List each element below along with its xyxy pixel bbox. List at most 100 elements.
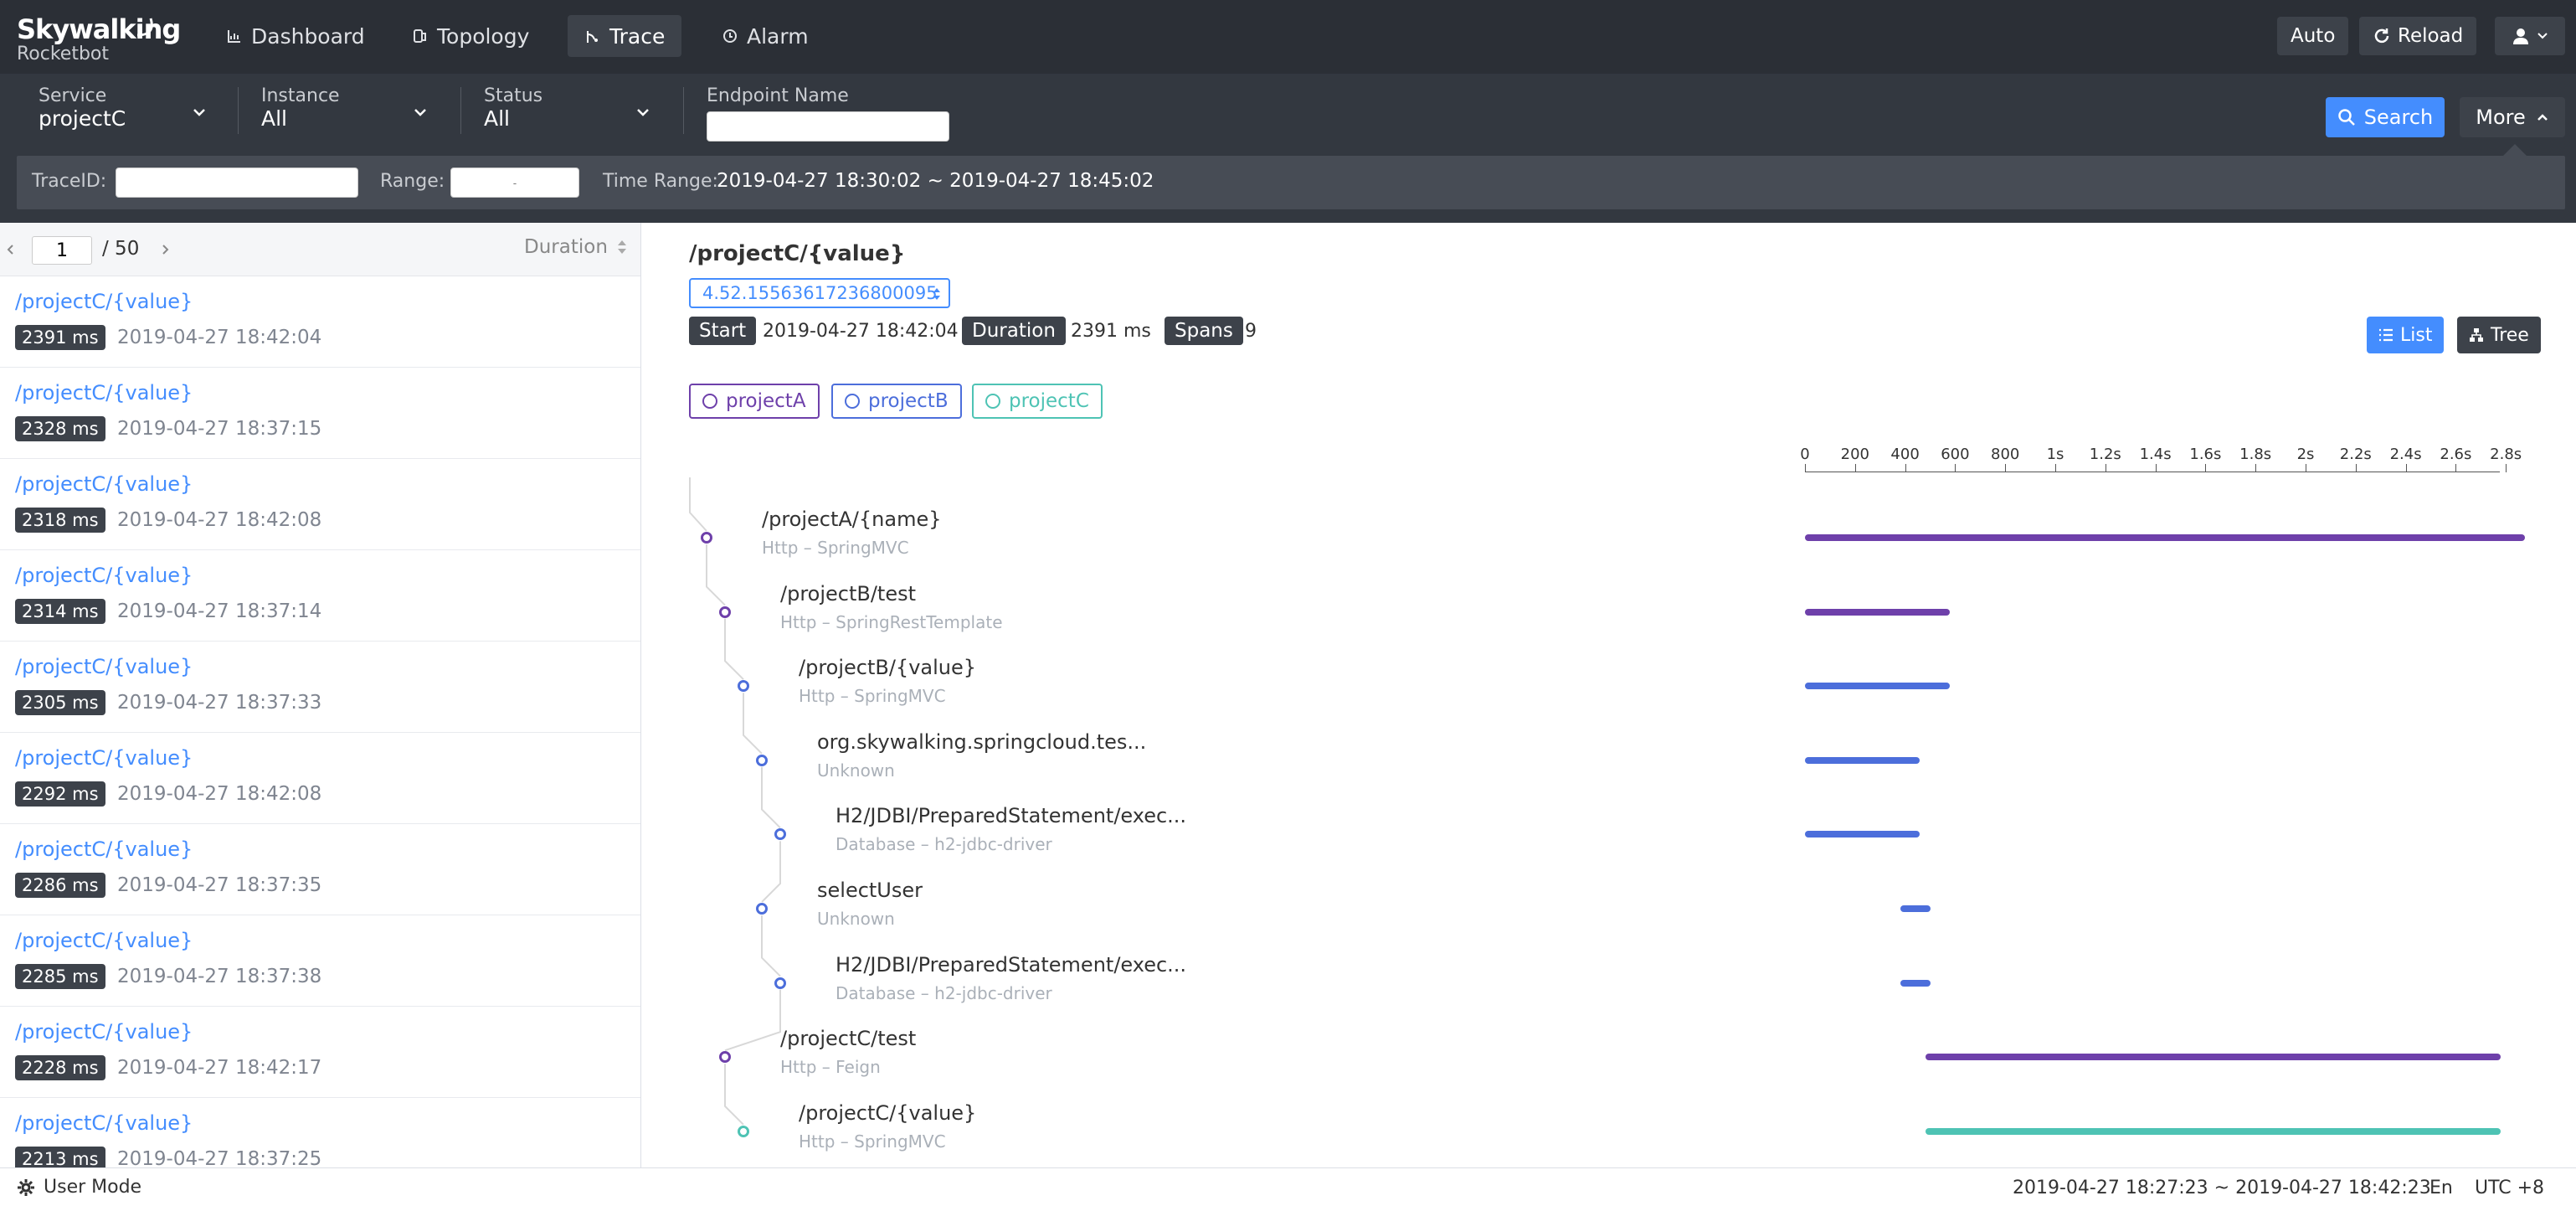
trace-list-item[interactable]: /projectC/{value} 2285 ms 2019-04-27 18:37… bbox=[0, 915, 640, 1007]
span-duration-bar[interactable] bbox=[1805, 683, 1950, 690]
span-component: Unknown bbox=[817, 909, 895, 929]
nav-trace[interactable]: Trace bbox=[568, 15, 682, 57]
page-number-input[interactable] bbox=[32, 236, 92, 265]
trace-list-panel: / 50 Duration /projectC/{value} 2391 ms 20… bbox=[0, 223, 641, 1167]
service-select[interactable]: Service projectC bbox=[39, 85, 214, 136]
trace-list-item[interactable]: /projectC/{value} 2305 ms 2019-04-27 18:37… bbox=[0, 642, 640, 733]
endpoint-filter: Endpoint Name bbox=[707, 85, 958, 142]
trace-duration-badge: 2228 ms bbox=[15, 1055, 105, 1080]
endpoint-name-input[interactable] bbox=[707, 111, 949, 142]
span-row[interactable]: H2/JDBI/PreparedStatement/exec... Databas… bbox=[642, 804, 2517, 864]
span-component: Http – SpringMVC bbox=[799, 686, 946, 707]
nav-topology[interactable]: Topology bbox=[395, 15, 546, 57]
span-row[interactable]: org.skywalking.springcloud.tes... Unknown bbox=[642, 730, 2517, 791]
trace-start-time: 2019-04-27 18:42:08 bbox=[117, 783, 322, 805]
trace-duration-badge: 2305 ms bbox=[15, 690, 105, 715]
service-legend-projectC[interactable]: projectC bbox=[972, 384, 1103, 419]
view-list-button[interactable]: List bbox=[2367, 317, 2445, 353]
status-value: All bbox=[484, 106, 510, 131]
trace-list-item[interactable]: /projectC/{value} 2286 ms 2019-04-27 18:37… bbox=[0, 824, 640, 915]
span-component: Http – Feign bbox=[780, 1057, 881, 1078]
duration-tag: Duration bbox=[962, 317, 1066, 345]
time-axis-tick-label: 2.2s bbox=[2339, 446, 2372, 463]
span-row[interactable]: H2/JDBI/PreparedStatement/exec... Databas… bbox=[642, 953, 2517, 1013]
user-mode-toggle[interactable]: User Mode bbox=[17, 1177, 141, 1198]
user-menu-button[interactable] bbox=[2495, 17, 2565, 55]
time-axis-tick bbox=[2455, 464, 2457, 472]
time-axis-tick-label: 1.2s bbox=[2089, 446, 2121, 463]
next-page-icon[interactable] bbox=[159, 243, 172, 256]
user-mode-label: User Mode bbox=[44, 1177, 142, 1198]
trace-list-item[interactable]: /projectC/{value} 2391 ms 2019-04-27 18:42… bbox=[0, 276, 640, 368]
select-arrows-icon bbox=[933, 288, 940, 300]
prev-page-icon[interactable] bbox=[3, 243, 17, 256]
time-axis-tick bbox=[1905, 464, 1906, 472]
trace-endpoint: /projectC/{value} bbox=[15, 655, 193, 678]
time-axis-tick bbox=[2055, 464, 2056, 472]
auto-refresh-button[interactable]: Auto bbox=[2277, 17, 2349, 55]
alarm-icon bbox=[723, 29, 737, 43]
status-select[interactable]: Status All bbox=[484, 85, 660, 136]
advanced-filter-panel: TraceID: Range: Time Range: 2019-04-27 1… bbox=[17, 156, 2565, 209]
sort-icon bbox=[617, 240, 626, 254]
span-endpoint: H2/JDBI/PreparedStatement/exec... bbox=[836, 952, 1187, 977]
service-label: Service bbox=[39, 85, 107, 106]
divider bbox=[460, 87, 461, 134]
span-duration-bar[interactable] bbox=[1805, 534, 2525, 541]
trace-list-item[interactable]: /projectC/{value} 2328 ms 2019-04-27 18:37… bbox=[0, 368, 640, 459]
sort-select[interactable]: Duration bbox=[524, 236, 628, 258]
trace-endpoint: /projectC/{value} bbox=[15, 381, 193, 405]
tree-icon bbox=[2470, 328, 2483, 342]
instance-select[interactable]: Instance All bbox=[261, 85, 437, 136]
trace-icon bbox=[587, 31, 598, 43]
language-switch[interactable]: En bbox=[2429, 1178, 2453, 1198]
span-duration-bar[interactable] bbox=[1805, 608, 1950, 616]
span-component: Http – SpringRestTemplate bbox=[780, 611, 1003, 632]
trace-list-item[interactable]: /projectC/{value} 2318 ms 2019-04-27 18:42… bbox=[0, 459, 640, 550]
trace-duration-badge: 2213 ms bbox=[15, 1147, 105, 1167]
trace-endpoint: /projectC/{value} bbox=[15, 746, 193, 770]
range-label: Range: bbox=[380, 171, 445, 192]
chevron-down-icon bbox=[2537, 33, 2548, 39]
span-duration-bar[interactable] bbox=[1925, 1054, 2501, 1061]
span-duration-bar[interactable] bbox=[1900, 979, 1931, 987]
instance-value: All bbox=[261, 106, 287, 131]
footer-time-range[interactable]: 2019-04-27 18:27:23 ~ 2019-04-27 18:42:2… bbox=[2013, 1178, 2431, 1198]
more-panel-caret bbox=[2503, 144, 2527, 156]
service-value: projectC bbox=[39, 106, 126, 131]
trace-list-item[interactable]: /projectC/{value} 2314 ms 2019-04-27 18:37… bbox=[0, 550, 640, 642]
nav-dashboard[interactable]: Dashboard bbox=[209, 15, 382, 57]
span-duration-bar[interactable] bbox=[1805, 756, 1920, 764]
trace-start-time: 2019-04-27 18:42:17 bbox=[117, 1057, 322, 1079]
nav-alarm[interactable]: Alarm bbox=[705, 15, 825, 57]
trace-id-input[interactable] bbox=[116, 168, 358, 198]
duration-range-input[interactable] bbox=[450, 168, 579, 198]
trace-start-time: 2019-04-27 18:42:04 bbox=[117, 327, 322, 348]
trace-list-item[interactable]: /projectC/{value} 2292 ms 2019-04-27 18:42… bbox=[0, 733, 640, 824]
time-range-value[interactable]: 2019-04-27 18:30:02 ~ 2019-04-27 18:45:0… bbox=[717, 170, 1154, 192]
chevron-down-icon bbox=[414, 109, 426, 116]
topology-icon bbox=[414, 29, 426, 43]
chevron-down-icon bbox=[637, 109, 649, 116]
span-duration-bar[interactable] bbox=[1925, 1127, 2501, 1135]
trace-duration-badge: 2391 ms bbox=[15, 325, 105, 350]
view-tree-button[interactable]: Tree bbox=[2457, 317, 2541, 353]
trace-list-item[interactable]: /projectC/{value} 2213 ms 2019-04-27 18:37… bbox=[0, 1098, 640, 1167]
circle-icon bbox=[985, 394, 1000, 409]
span-duration-bar[interactable] bbox=[1805, 831, 1920, 838]
time-axis-tick-label: 1.8s bbox=[2239, 446, 2272, 463]
span-row[interactable]: /projectB/{value} Http – SpringMVC bbox=[642, 656, 2517, 716]
trace-duration-badge: 2285 ms bbox=[15, 964, 105, 989]
search-button[interactable]: Search bbox=[2326, 97, 2445, 137]
span-row[interactable]: selectUser Unknown bbox=[642, 879, 2517, 939]
reload-button[interactable]: Reload bbox=[2359, 17, 2477, 55]
reload-label: Reload bbox=[2398, 25, 2464, 47]
divider bbox=[683, 87, 684, 134]
span-component: Database – h2-jdbc-driver bbox=[836, 982, 1052, 1003]
trace-list-item[interactable]: /projectC/{value} 2228 ms 2019-04-27 18:42… bbox=[0, 1007, 640, 1098]
span-duration-bar[interactable] bbox=[1900, 905, 1931, 912]
more-filters-button[interactable]: More bbox=[2460, 97, 2565, 137]
time-axis-tick-label: 200 bbox=[1840, 446, 1869, 463]
brand-subtitle: Rocketbot bbox=[17, 44, 110, 64]
span-row[interactable]: /projectB/test Http – SpringRestTemplate bbox=[642, 582, 2517, 642]
